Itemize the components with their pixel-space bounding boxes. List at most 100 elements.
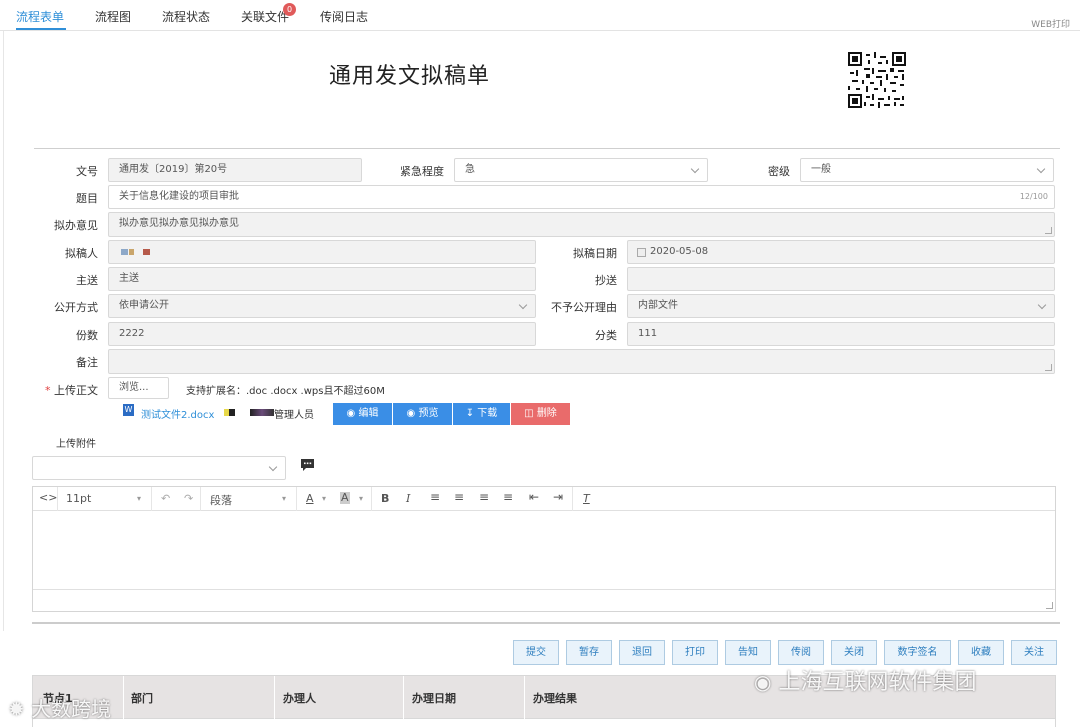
download-button-label: 下载 — [477, 408, 498, 419]
non-public-reason-value: 内部文件 — [638, 300, 678, 311]
form-top-divider — [34, 148, 1060, 149]
save-draft-button[interactable]: 暂存 — [566, 640, 612, 665]
outdent-icon[interactable]: ⇤ — [529, 490, 539, 504]
redacted-block — [129, 249, 134, 255]
redacted-block — [121, 249, 128, 255]
tab-flowchart[interactable]: 流程图 — [95, 8, 131, 25]
preview-button-label: 预览 — [418, 408, 439, 419]
notify-button[interactable]: 告知 — [725, 640, 771, 665]
subject-input[interactable]: 关于信息化建设的项目审批 12/100 — [108, 185, 1055, 209]
char-counter: 12/100 — [1019, 192, 1048, 201]
opinion-label: 拟办意见 — [54, 219, 98, 232]
qr-code-icon — [848, 52, 906, 108]
word-file-icon: W — [123, 404, 134, 416]
watermark-right: ◉ 上海互联网软件集团 — [754, 664, 976, 696]
chevron-down-icon — [268, 462, 278, 472]
category-field[interactable]: 111 — [627, 322, 1055, 346]
toolbar-separator — [57, 487, 58, 511]
align-right-icon[interactable]: ≡ — [479, 490, 489, 504]
redo-icon[interactable]: ↷ — [184, 492, 193, 505]
align-justify-icon[interactable]: ≡ — [503, 490, 513, 504]
return-button[interactable]: 退回 — [619, 640, 665, 665]
editor-statusbar — [33, 589, 1055, 611]
column-header: 部门 — [131, 692, 153, 705]
tab-circulation-log[interactable]: 传阅日志 — [320, 8, 368, 25]
align-center-icon[interactable]: ≡ — [454, 490, 464, 504]
block-format-select[interactable]: 段落 — [210, 492, 232, 508]
browse-button[interactable]: 浏览... — [108, 377, 169, 399]
favorite-button[interactable]: 收藏 — [958, 640, 1004, 665]
edit-button[interactable]: ◉ 编辑 — [333, 403, 392, 425]
follow-button[interactable]: 关注 — [1011, 640, 1057, 665]
watermark-right-text: 上海互联网软件集团 — [778, 670, 977, 695]
bold-icon[interactable]: B — [381, 492, 389, 505]
public-mode-select[interactable]: 依申请公开 — [108, 294, 536, 318]
circulate-button[interactable]: 传阅 — [778, 640, 824, 665]
preview-button[interactable]: ◉ 预览 — [393, 403, 452, 425]
resize-handle-icon[interactable] — [1045, 364, 1052, 371]
print-button[interactable]: 打印 — [672, 640, 718, 665]
submit-button[interactable]: 提交 — [513, 640, 559, 665]
upload-main-label: * 上传正文 — [40, 382, 98, 398]
calendar-icon[interactable] — [637, 248, 646, 257]
resize-handle-icon[interactable] — [1045, 227, 1052, 234]
secret-value: 一般 — [811, 164, 831, 175]
drafter-field[interactable] — [108, 240, 536, 264]
main-send-field[interactable]: 主送 — [108, 267, 536, 291]
font-size-select[interactable]: 11pt — [66, 492, 91, 505]
clear-format-icon[interactable]: T — [583, 492, 590, 505]
urgency-label: 紧急程度 — [400, 165, 444, 178]
redacted-block — [250, 409, 274, 416]
eye-icon: ◉ — [406, 408, 416, 419]
close-button[interactable]: 关闭 — [831, 640, 877, 665]
attachment-select[interactable] — [32, 456, 286, 480]
italic-icon[interactable]: I — [406, 492, 410, 505]
delete-button-label: 删除 — [536, 408, 557, 419]
trash-icon: ◫ — [524, 408, 534, 419]
download-button[interactable]: ↧ 下载 — [453, 403, 510, 425]
draft-date-field[interactable]: 2020-05-08 — [627, 240, 1055, 264]
tab-form[interactable]: 流程表单 — [16, 8, 64, 25]
section-divider — [32, 622, 1060, 624]
editor-content-area[interactable] — [33, 511, 1055, 589]
doc-no-field[interactable]: 通用发〔2019〕第20号 — [108, 158, 362, 182]
resize-handle-icon[interactable] — [1046, 602, 1053, 609]
cc-label: 抄送 — [595, 274, 617, 287]
attachment-label: 上传附件 — [56, 439, 96, 450]
digital-sign-button[interactable]: 数字签名 — [884, 640, 951, 665]
editor-toolbar: <> 11pt ▾ ↶ ↷ 段落 ▾ A ▾ A ▾ B I ≡ ≡ ≡ ≡ ⇤… — [33, 487, 1055, 511]
delete-button[interactable]: ◫ 删除 — [511, 403, 570, 425]
public-mode-value: 依申请公开 — [119, 300, 169, 311]
align-left-icon[interactable]: ≡ — [430, 490, 440, 504]
chevron-down-icon: ▾ — [359, 494, 364, 503]
uploaded-file-link[interactable]: 测试文件2.docx — [141, 406, 214, 421]
cc-field[interactable] — [627, 267, 1055, 291]
non-public-reason-label: 不予公开理由 — [551, 301, 617, 314]
copies-field[interactable]: 2222 — [108, 322, 536, 346]
web-print-link[interactable]: WEB打印 — [1031, 17, 1070, 30]
urgency-select[interactable]: 急 — [454, 158, 708, 182]
source-code-icon[interactable]: <> — [39, 491, 57, 504]
drafter-label: 拟稿人 — [65, 247, 98, 260]
column-header: 办理日期 — [412, 692, 456, 705]
font-color-icon[interactable]: A — [306, 492, 314, 505]
edit-button-label: 编辑 — [358, 408, 379, 419]
remark-textarea[interactable] — [108, 349, 1055, 374]
tab-status[interactable]: 流程状态 — [162, 8, 210, 25]
upload-main-label-text: 上传正文 — [54, 384, 98, 397]
chevron-down-icon — [690, 164, 700, 174]
secret-level-select[interactable]: 一般 — [800, 158, 1054, 182]
opinion-textarea[interactable]: 拟办意见拟办意见拟办意见 — [108, 212, 1055, 237]
category-label: 分类 — [595, 329, 617, 342]
indent-icon[interactable]: ⇥ — [553, 490, 563, 504]
toolbar-separator — [200, 487, 201, 511]
undo-icon[interactable]: ↶ — [161, 492, 170, 505]
tab-related-files[interactable]: 关联文件 — [241, 8, 289, 25]
opinion-value: 拟办意见拟办意见拟办意见 — [119, 218, 239, 229]
non-public-reason-select[interactable]: 内部文件 — [627, 294, 1055, 318]
draft-date-value: 2020-05-08 — [650, 246, 709, 257]
comment-icon[interactable] — [300, 458, 315, 472]
bg-color-icon[interactable]: A — [340, 492, 350, 504]
subject-value: 关于信息化建设的项目审批 — [119, 191, 239, 202]
watermark-left-text: 大数跨境 — [31, 697, 112, 721]
